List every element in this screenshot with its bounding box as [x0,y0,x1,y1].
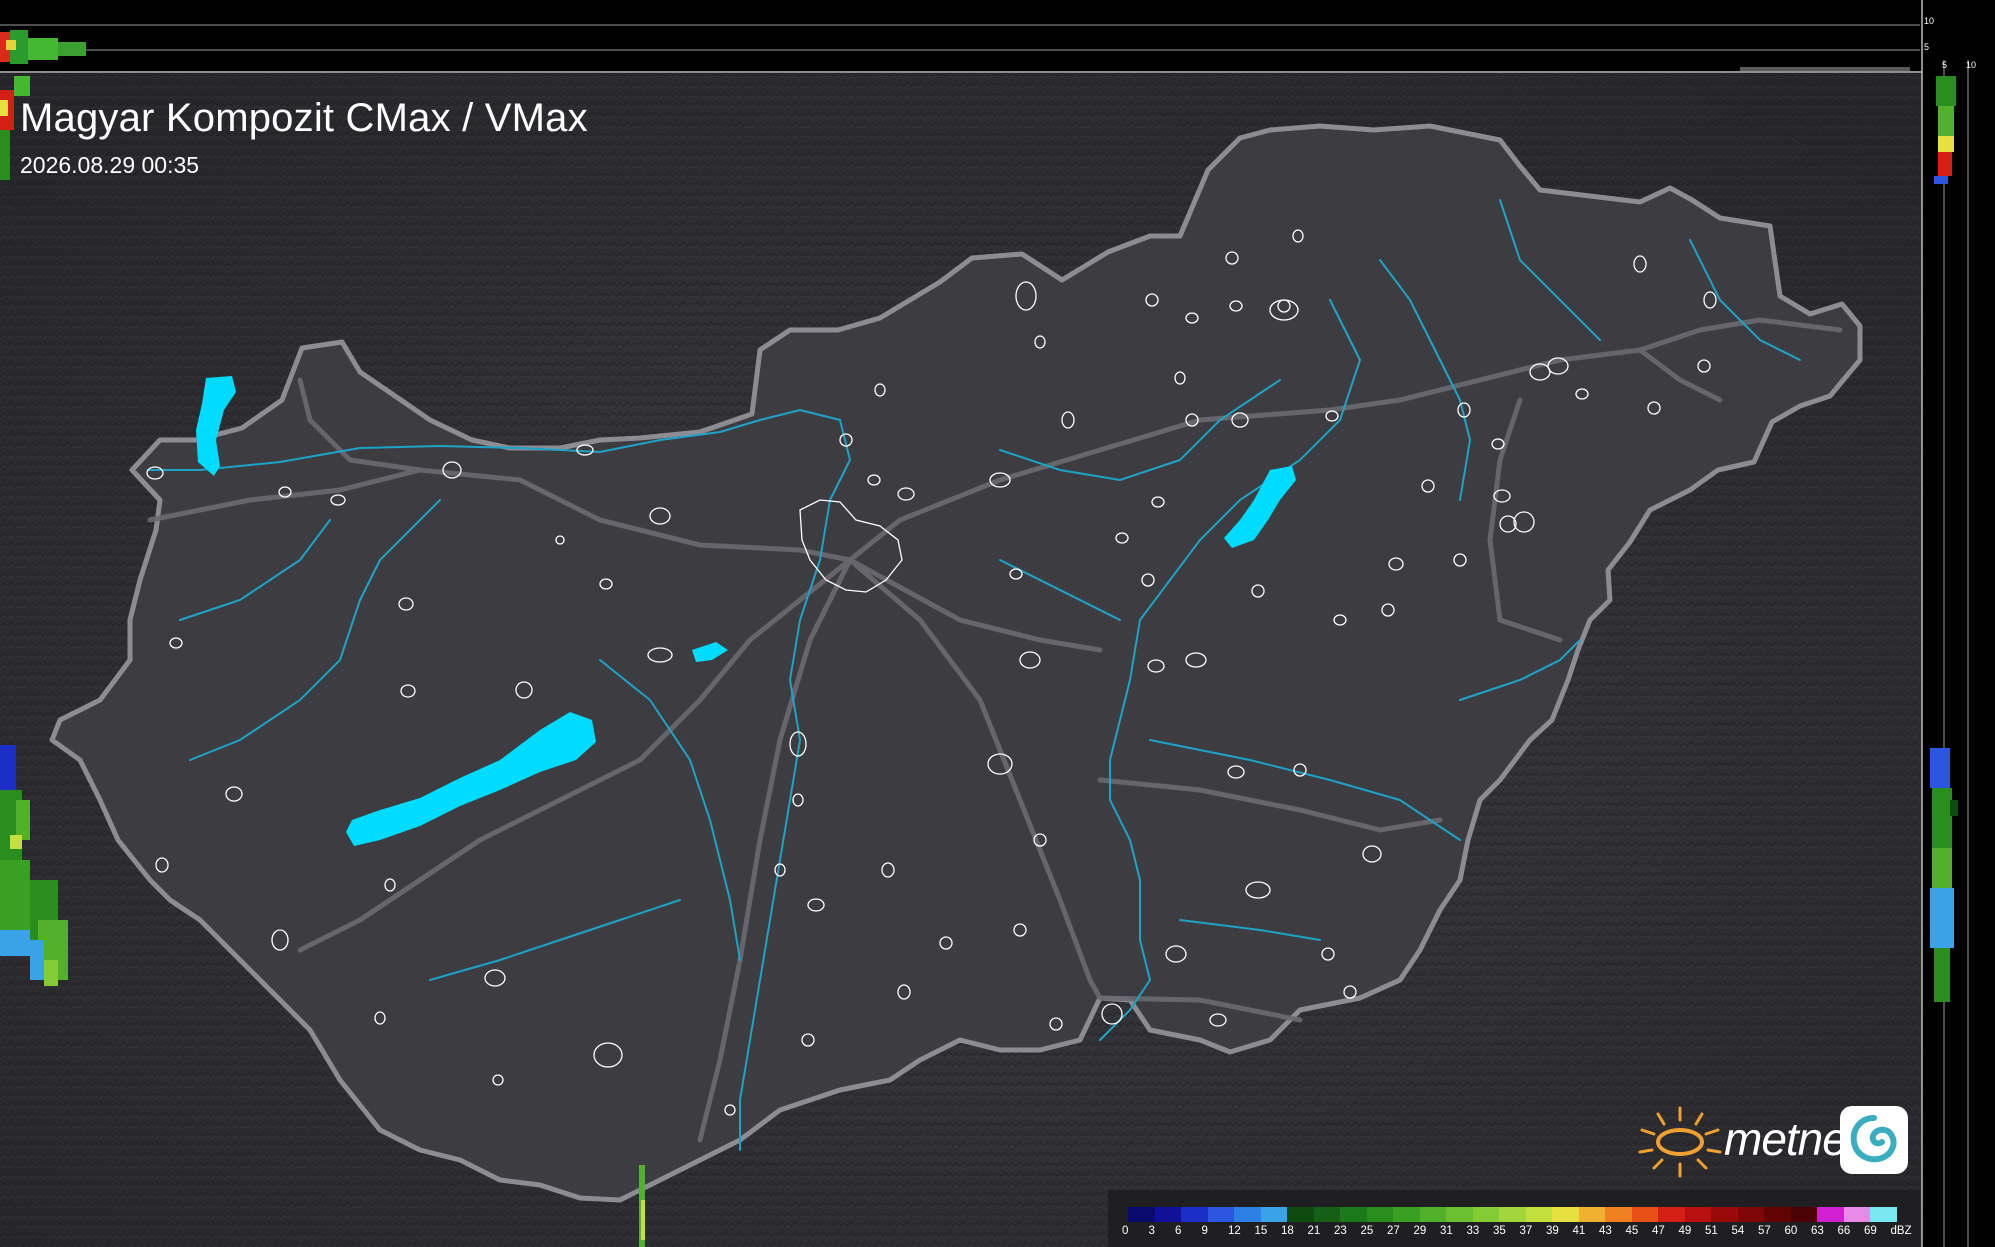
legend-swatch [1128,1207,1155,1222]
legend-tick-label: 45 [1625,1225,1639,1237]
legend-swatch [1207,1207,1234,1222]
legend-swatch [1764,1207,1791,1222]
legend-tick-label: 43 [1599,1225,1612,1237]
legend-tick-label: 0 [1122,1225,1129,1237]
legend-tick-label: 9 [1201,1225,1208,1237]
legend-swatch [1419,1207,1446,1222]
top-strip-profile [1740,67,1910,71]
side-panel-tick: 10 [1924,16,1935,26]
legend-tick-label: 41 [1572,1225,1586,1237]
legend-tick-label: 21 [1307,1225,1321,1237]
swirl-icon [1840,1106,1908,1174]
legend-swatch [1446,1207,1473,1222]
side-panel [1922,0,1995,1247]
legend-swatch [1684,1207,1711,1222]
radar-echo-south [639,1165,645,1247]
map-timestamp: 2026.08.29 00:35 [20,152,200,178]
legend-tick-label: 29 [1413,1225,1427,1237]
legend-tick-label: 23 [1334,1225,1347,1237]
legend-tick-label: 47 [1652,1225,1665,1237]
legend-swatch [1578,1207,1605,1222]
legend-tick-label: 69 [1864,1225,1877,1237]
legend-tick-label: 37 [1519,1225,1533,1237]
legend-swatch [1631,1207,1658,1222]
legend-swatch [1817,1207,1844,1222]
legend-tick-label: 54 [1731,1225,1745,1237]
legend-swatch [1499,1207,1526,1222]
legend-tick-label: 66 [1837,1225,1851,1237]
legend-swatch [1737,1207,1764,1222]
legend-tick-label: 60 [1784,1225,1798,1237]
legend-swatch [1287,1207,1314,1222]
legend-tick-label: 33 [1466,1225,1480,1237]
legend-swatch [1260,1207,1287,1222]
legend-tick-label: 25 [1360,1225,1374,1237]
legend-swatch [1393,1207,1420,1222]
legend-tick-label: 63 [1811,1225,1824,1237]
map-title: Magyar Kompozit CMax / VMax [20,96,588,140]
legend-swatch [1843,1207,1870,1222]
side-panel-tick: 5 [1942,60,1948,70]
legend-swatch [1366,1207,1393,1222]
legend-tick-label: 39 [1546,1225,1559,1237]
top-strip [0,0,1922,73]
legend-tick-label: 31 [1440,1225,1453,1237]
legend-swatch [1605,1207,1632,1222]
side-panel-tick: 5 [1924,42,1930,52]
legend-unit: dBZ [1890,1225,1912,1237]
metnet-logo: metnet [1636,1106,1909,1178]
legend-swatch [1472,1207,1499,1222]
legend-swatch [1313,1207,1340,1222]
legend-colorbar [1128,1207,1897,1222]
legend-swatch [1552,1207,1579,1222]
legend-swatch [1870,1207,1897,1222]
legend-swatch [1340,1207,1367,1222]
radar-map [0,0,1995,1247]
legend-tick-label: 18 [1281,1225,1294,1237]
legend-swatch [1790,1207,1817,1222]
legend-tick-label: 27 [1387,1225,1400,1237]
legend-swatch [1154,1207,1181,1222]
legend-tick-label: 35 [1493,1225,1506,1237]
legend-swatch [1234,1207,1261,1222]
legend-tick-label: 12 [1228,1225,1241,1237]
brand-name: metnet [1724,1113,1860,1165]
legend-swatch [1525,1207,1552,1222]
legend-tick-label: 51 [1705,1225,1718,1237]
legend-tick-label: 3 [1148,1225,1155,1237]
sun-icon [1638,1106,1722,1178]
legend-swatch [1711,1207,1738,1222]
legend-swatch [1658,1207,1685,1222]
legend-tick-label: 49 [1678,1225,1692,1237]
legend-tick-label: 15 [1254,1225,1268,1237]
legend-swatch [1181,1207,1208,1222]
legend-tick-label: 6 [1175,1225,1182,1237]
side-panel-tick: 10 [1966,60,1977,70]
legend-tick-label: 57 [1758,1225,1771,1237]
